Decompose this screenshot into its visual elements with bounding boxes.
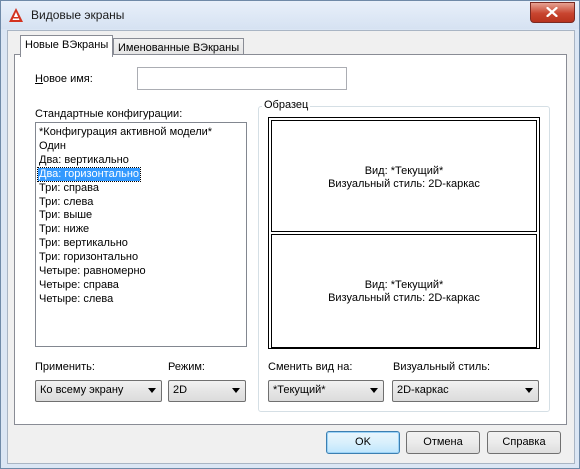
preview-group-label: Образец xyxy=(262,99,311,111)
config-list-item[interactable]: Один xyxy=(38,140,67,153)
standard-configs-label: Стандартные конфигурации: xyxy=(35,108,183,120)
config-list-item[interactable]: *Конфигурация активной модели* xyxy=(38,126,213,139)
config-list-item[interactable]: Три: выше xyxy=(38,209,93,222)
config-list-item[interactable]: Три: ниже xyxy=(38,223,90,236)
cancel-button[interactable]: Отмена xyxy=(406,431,480,454)
title-bar: Видовые экраны xyxy=(1,1,579,29)
config-list-item[interactable]: Четыре: слева xyxy=(38,293,114,306)
chevron-down-icon xyxy=(525,388,533,393)
config-list-item[interactable]: Три: слева xyxy=(38,196,94,209)
change-view-select[interactable]: *Текущий* xyxy=(268,380,384,402)
ok-button[interactable]: OK xyxy=(326,431,400,454)
visual-style-value: 2D-каркас xyxy=(397,384,449,396)
config-list-item[interactable]: Три: вертикально xyxy=(38,237,129,250)
mode-value: 2D xyxy=(173,384,188,396)
preview-pane-top-view: Вид: *Текущий* xyxy=(364,165,444,177)
standard-configs-list[interactable]: *Конфигурация активной модели* Один Два: в… xyxy=(35,122,247,347)
mode-select[interactable]: 2D xyxy=(168,380,246,402)
preview-pane-bottom-view: Вид: *Текущий* xyxy=(364,279,444,291)
preview-frame: Вид: *Текущий* Визуальный стиль: 2D-карк… xyxy=(268,117,540,349)
preview-pane-bottom-style: Визуальный стиль: 2D-каркас xyxy=(328,292,480,304)
change-view-label: Сменить вид на: xyxy=(268,361,353,373)
apply-to-value: Ко всему экрану xyxy=(40,384,124,396)
config-list-item[interactable]: Четыре: справа xyxy=(38,279,120,292)
tab-new-viewports[interactable]: Новые ВЭкраны xyxy=(20,35,114,57)
config-list-item[interactable]: Два: горизонтально xyxy=(36,166,142,182)
apply-to-select[interactable]: Ко всему экрану xyxy=(35,380,162,402)
mode-label: Режим: xyxy=(168,361,205,373)
visual-style-select[interactable]: 2D-каркас xyxy=(392,380,539,402)
visual-style-label: Визуальный стиль: xyxy=(393,361,491,373)
preview-pane-top-style: Визуальный стиль: 2D-каркас xyxy=(328,178,480,190)
autocad-app-icon xyxy=(9,8,23,22)
window-title: Видовые экраны xyxy=(31,8,125,22)
preview-pane-bottom-text: Вид: *Текущий* Визуальный стиль: 2D-карк… xyxy=(272,279,536,305)
preview-pane-top[interactable]: Вид: *Текущий* Визуальный стиль: 2D-карк… xyxy=(271,120,537,232)
config-list-item[interactable]: Три: горизонтально xyxy=(38,251,139,264)
help-button[interactable]: Справка xyxy=(487,431,561,454)
config-list-item[interactable]: Три: справа xyxy=(38,182,100,195)
config-list-item[interactable]: Четыре: равномерно xyxy=(38,265,147,278)
config-list-item[interactable]: Два: вертикально xyxy=(38,154,130,167)
chevron-down-icon xyxy=(232,388,240,393)
preview-pane-bottom[interactable]: Вид: *Текущий* Визуальный стиль: 2D-карк… xyxy=(271,234,537,348)
new-name-label-text: овое имя: xyxy=(42,73,93,85)
change-view-value: *Текущий* xyxy=(273,384,326,396)
new-name-label: Новое имя: xyxy=(35,73,93,85)
chevron-down-icon xyxy=(148,388,156,393)
apply-to-label: Применить: xyxy=(35,361,95,373)
new-name-input[interactable] xyxy=(137,67,347,90)
preview-pane-top-text: Вид: *Текущий* Визуальный стиль: 2D-карк… xyxy=(272,165,536,191)
chevron-down-icon xyxy=(370,388,378,393)
close-icon xyxy=(546,7,558,17)
close-button[interactable] xyxy=(530,2,575,23)
